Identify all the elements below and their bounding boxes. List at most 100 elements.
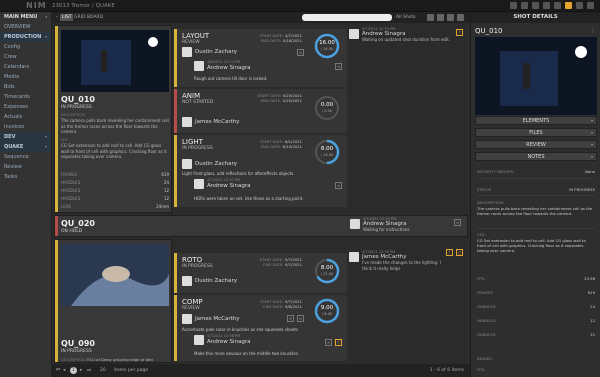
sidebar-item-expenses[interactable]: Expenses — [0, 102, 51, 112]
avatar — [349, 252, 359, 262]
note-icon[interactable]: ! — [446, 249, 453, 256]
chevron-down-icon[interactable]: ▾ — [45, 32, 47, 42]
avatar — [182, 47, 192, 57]
notes-icon[interactable]: ≡ — [325, 339, 332, 346]
notes-icon[interactable]: ≡ — [454, 219, 461, 226]
home-icon[interactable] — [510, 2, 517, 9]
task-name: COMP — [182, 298, 203, 306]
shot-thumbnail[interactable] — [61, 244, 169, 306]
chevron-down-icon: ▾ — [590, 130, 593, 135]
shot-code: QU_020 — [61, 219, 95, 228]
detail-thumbnail[interactable] — [475, 37, 597, 115]
prev-page-icon[interactable]: ◂ — [63, 367, 65, 374]
main-menu-label: MAIN MENU ◂ — [4, 14, 47, 20]
user-icon[interactable] — [565, 2, 572, 9]
note-author: Andrew Sinagra — [207, 183, 251, 189]
description-label: DESCRIPTION: — [477, 200, 504, 205]
shot-card-qu020[interactable]: QU_020 ON HOLD 4/7/2021 12:53 PM Andrew … — [54, 215, 468, 237]
task-comp[interactable]: COMP REVIEW START DATE: 9/7/2021 END DATE… — [174, 295, 347, 361]
sidebar-item-config[interactable]: Config — [0, 42, 51, 52]
shot-thumbnail[interactable] — [61, 30, 169, 92]
next-page-icon[interactable]: ▸ — [80, 367, 82, 374]
sidebar-item-crew[interactable]: Crew — [0, 52, 51, 62]
chevron-down-icon: ▾ — [590, 142, 593, 147]
back-icon[interactable]: ‹ — [54, 14, 60, 21]
toggle-icon[interactable] — [437, 14, 444, 21]
sidebar-item-invoices[interactable]: Invoices — [0, 122, 51, 132]
task-roto[interactable]: ROTO IN PROGRESS START DATE: 9/7/2021 END… — [174, 253, 347, 293]
hours-ring — [315, 258, 340, 284]
shot-comment: 4/7/2021 12:53 PM Andrew Sinagra Waiting… — [350, 217, 460, 233]
detail-prop: HANDLES: 12 — [477, 318, 595, 323]
files-section[interactable]: FILES ▾ — [475, 128, 597, 137]
board-view-button[interactable]: BOARD — [85, 14, 105, 21]
project-title: 23013 Tremor / QUAKE — [52, 3, 115, 9]
sidebar-item-calendars[interactable]: Calendars — [0, 62, 51, 72]
task-layout[interactable]: LAYOUT REVIEW START DATE: 4/7/2021 END DA… — [174, 29, 347, 87]
sidebar-item-timecards[interactable]: Timecards — [0, 92, 51, 102]
current-page[interactable]: 1 — [70, 367, 77, 374]
sidebar-item-sequence[interactable]: Sequence — [0, 152, 51, 162]
shot-code: QU_090 — [61, 339, 95, 348]
expand-icon[interactable] — [457, 14, 464, 21]
sidebar-item-production[interactable]: PRODUCTION ▾ — [0, 32, 51, 42]
more-icon[interactable]: ⋮ — [590, 27, 596, 34]
shot-comment: 4/7/2021 12:55 PM James McCarthy I've ma… — [349, 250, 449, 271]
review-section[interactable]: REVIEW ▾ — [475, 140, 597, 149]
shot-card-qu090[interactable]: QU_090 IN PROGRESS DESCRIPTION: ECU of D… — [54, 239, 172, 363]
task-status: REVIEW — [182, 40, 200, 45]
sidebar-item-quake[interactable]: QUAKE ▾ — [0, 142, 51, 152]
settings-icon[interactable] — [554, 2, 561, 9]
comment-text: Waiting on updated shot duration from ed… — [362, 37, 450, 42]
view-toolbar: ‹ LIST GRID BOARD All Shots — [52, 12, 470, 23]
first-page-icon[interactable]: ⏮ — [56, 367, 60, 374]
chat-icon[interactable]: ▢ — [456, 249, 463, 256]
chevron-down-icon[interactable]: ▾ — [45, 142, 47, 152]
hours-value: 16.00 — [319, 40, 335, 46]
grid-icon[interactable] — [532, 2, 539, 9]
sidebar-item-bids[interactable]: Bids — [0, 82, 51, 92]
note-icon[interactable]: ! — [456, 29, 463, 36]
task-anim[interactable]: ANIM NOT STARTED START DATE: 5/25/2021 EN… — [174, 89, 347, 133]
search-input[interactable] — [302, 14, 392, 21]
notes-icon[interactable]: ≡ — [297, 49, 304, 56]
thumbnail-image — [61, 244, 169, 306]
sidebar-item-review[interactable]: Review — [0, 162, 51, 172]
save-icon[interactable] — [447, 14, 454, 21]
shot-comment: 4/7/2021 12:53 PM Andrew Sinagra Waiting… — [349, 27, 467, 43]
chevron-down-icon[interactable]: ▾ — [45, 132, 47, 142]
sidebar-item-media[interactable]: Media — [0, 72, 51, 82]
hours-ring — [314, 33, 340, 59]
avatar — [182, 276, 192, 286]
notes-icon[interactable]: ≡ — [297, 315, 304, 322]
task-light[interactable]: LIGHT IN PROGRESS START DATE: 6/1/2021 EN… — [174, 135, 347, 207]
calendar-icon[interactable] — [543, 2, 550, 9]
list-icon[interactable] — [521, 2, 528, 9]
comment-text: I've made the changes to the lighting. I… — [362, 260, 441, 271]
help-icon[interactable] — [576, 2, 583, 9]
sidebar-item-overview[interactable]: OVERVIEW — [0, 22, 51, 32]
last-page-icon[interactable]: ⏭ — [87, 367, 91, 374]
notes-icon[interactable]: ≡ — [335, 63, 342, 70]
chevron-down-icon: ▾ — [590, 118, 593, 123]
notes-section[interactable]: NOTES ▾ — [475, 152, 597, 161]
hours-value: 8.00 — [320, 265, 334, 271]
task-note: HDRs were taken on set. Use those as a s… — [194, 196, 304, 201]
shot-stat: HANDLES 12 — [61, 188, 169, 193]
task-status: IN PROGRESS — [182, 146, 213, 151]
note-icon[interactable]: ! — [335, 339, 342, 346]
sidebar-item-tasks[interactable]: Tasks — [0, 172, 51, 182]
sidebar-item-actuals[interactable]: Actuals — [0, 112, 51, 122]
images-label: IMAGES: — [477, 356, 493, 361]
notes-icon[interactable]: ≡ — [335, 182, 342, 189]
detail-prop: FRAMES: 619 — [477, 290, 595, 295]
sidebar-item-dev[interactable]: DEV ▾ — [0, 132, 51, 142]
detail-vfx: CG Set extension to add roof to cell. Ad… — [477, 238, 586, 253]
shot-card-qu010[interactable]: QU_010 IN PROGRESS DESCRIPTION The camer… — [54, 25, 172, 213]
hours-value: 9.00 — [320, 305, 334, 311]
power-icon[interactable] — [587, 2, 594, 9]
elements-section[interactable]: ELEMENTS ▾ — [475, 116, 597, 125]
close-icon[interactable]: ✕ — [287, 315, 294, 322]
settings-icon[interactable] — [427, 14, 434, 21]
page-size-select[interactable]: 20 — [100, 367, 106, 374]
